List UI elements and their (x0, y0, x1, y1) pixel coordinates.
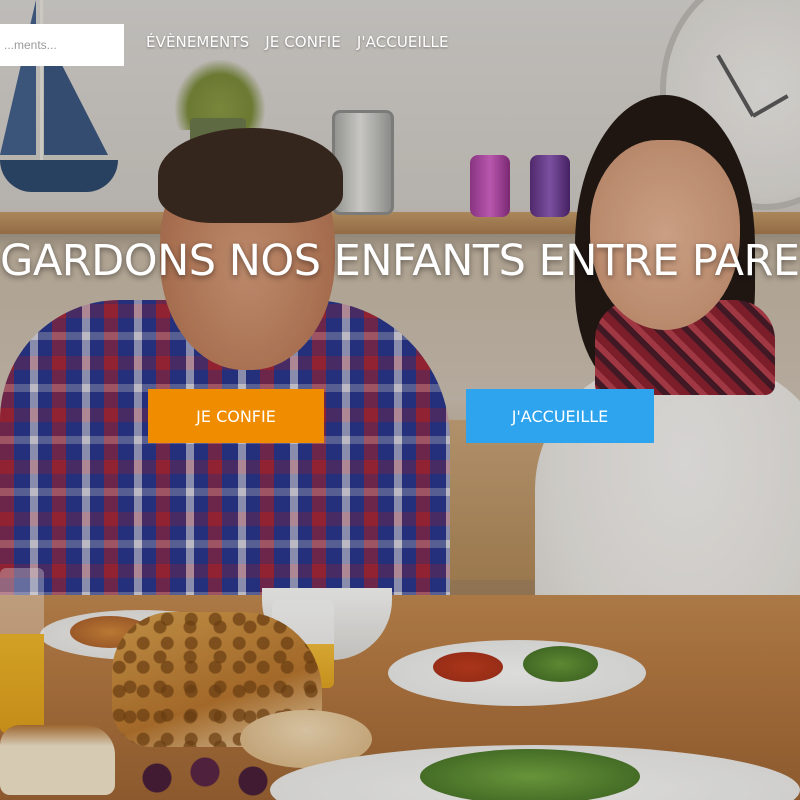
nav-link-je-confie[interactable]: JE CONFIE (265, 33, 341, 51)
nav-link-jaccueille[interactable]: J'ACCUEILLE (357, 33, 449, 51)
hero-title: GARDONS NOS ENFANTS ENTRE PARENTS (0, 236, 800, 286)
nav-link-evenements[interactable]: ÉVÈNEMENTS (146, 33, 249, 51)
search-box (0, 24, 124, 66)
hero-background-photo (0, 0, 800, 800)
je-confie-button[interactable]: JE CONFIE (148, 389, 324, 443)
search-input[interactable] (0, 24, 124, 66)
jaccueille-button[interactable]: J'ACCUEILLE (466, 389, 654, 443)
main-nav: ÉVÈNEMENTS JE CONFIE J'ACCUEILLE (146, 33, 449, 51)
dark-overlay (0, 0, 800, 800)
